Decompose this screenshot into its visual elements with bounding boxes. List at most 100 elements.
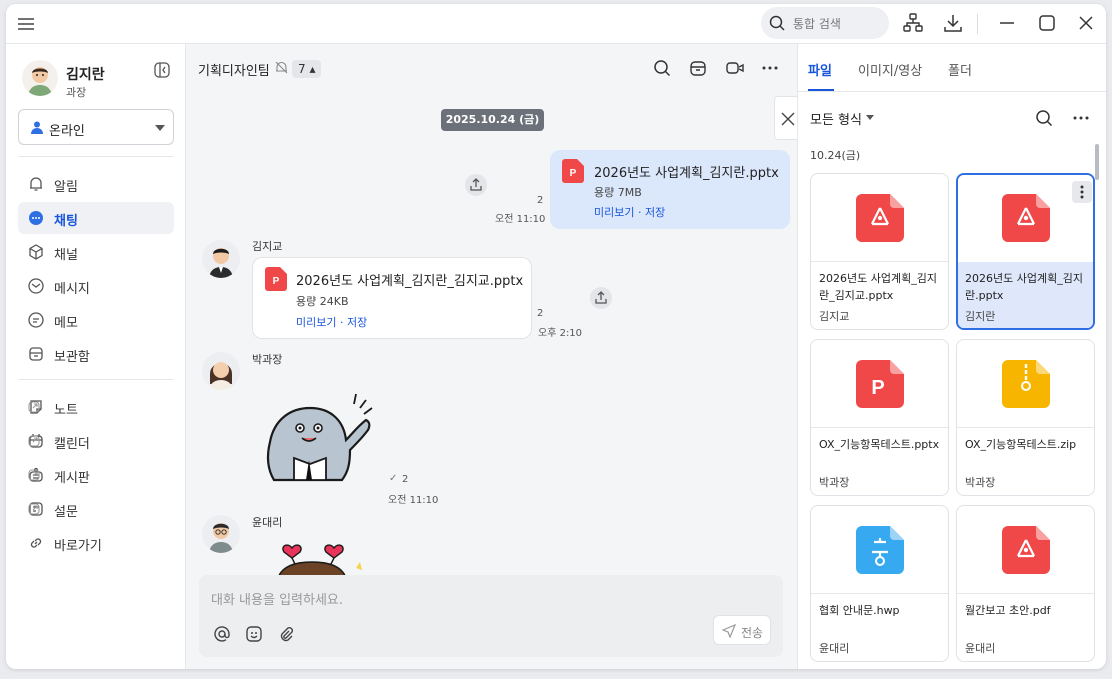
chat-panel: 기획디자인팀 7 ▴ 2025.10.24 (금) 2 오전 11:10 P 2… — [186, 44, 797, 669]
mention-icon[interactable] — [213, 625, 231, 643]
file-card[interactable]: 월간보고 초안.pdf 윤대리 — [956, 505, 1095, 662]
share-icon — [595, 291, 607, 304]
pdf-file-icon — [1002, 194, 1050, 242]
send-button[interactable]: 전송 — [713, 615, 771, 645]
close-files-panel-button[interactable] — [774, 96, 797, 140]
sidebar-item-message[interactable]: 메시지 — [18, 270, 174, 302]
sidebar-item-label: 게시판 — [54, 471, 90, 486]
file-card[interactable]: 2026년도 사업계획_김지란.pptx 김지란 — [956, 173, 1095, 330]
attach-icon[interactable] — [277, 625, 295, 643]
date-divider: 2025.10.24 (금) — [441, 109, 544, 131]
forward-button[interactable] — [590, 287, 612, 309]
card-more-button[interactable] — [1072, 181, 1092, 203]
file-message[interactable]: P 2026년도 사업계획_김지란.pptx 용량 7MB 미리보기 · 저장 — [550, 150, 790, 229]
file-name: 2026년도 사업계획_김지란_김지교.pptx — [296, 274, 524, 289]
archive-icon — [29, 347, 43, 361]
chevron-down-icon — [155, 125, 165, 131]
sidebar-item-label: 설문 — [54, 505, 78, 520]
divider — [18, 379, 174, 380]
tab-files[interactable]: 파일 — [808, 60, 832, 79]
emoji-icon[interactable] — [245, 625, 263, 643]
more-icon[interactable] — [1072, 109, 1090, 127]
file-card[interactable]: 협회 안내문.hwp 윤대리 — [810, 505, 949, 662]
sidebar-item-shortcut[interactable]: 바로가기 — [18, 527, 174, 559]
minimize-icon[interactable] — [996, 12, 1018, 34]
file-info: 협회 안내문.hwp 윤대리 — [811, 594, 948, 661]
sidebar-item-label: 바로가기 — [54, 539, 102, 554]
search-placeholder: 통합 검색 — [793, 17, 841, 31]
video-call-icon[interactable] — [725, 59, 745, 77]
more-icon[interactable] — [761, 59, 779, 77]
download-icon[interactable] — [942, 12, 964, 34]
file-name: 월간보고 초안.pdf — [965, 604, 1051, 617]
message-time: 오전 11:10 — [495, 214, 546, 225]
file-owner: 김지란 — [965, 310, 996, 323]
ppt-file-icon: P — [856, 360, 904, 408]
scrollbar[interactable] — [1095, 144, 1099, 180]
divider — [798, 91, 1106, 92]
file-owner: 윤대리 — [965, 642, 996, 655]
avatar[interactable] — [202, 352, 240, 390]
preview-save-links[interactable]: 미리보기 · 저장 — [296, 314, 367, 330]
chat-header: 기획디자인팀 7 ▴ — [186, 44, 797, 94]
sidebar-item-note[interactable]: 노트 — [18, 391, 174, 423]
avatar[interactable] — [202, 515, 240, 553]
sidebar-item-survey[interactable]: 설문 — [18, 493, 174, 525]
status-select[interactable]: 온라인 — [18, 109, 174, 145]
file-info: 2026년도 사업계획_김지란_김지교.pptx 김지교 — [811, 262, 948, 329]
sidebar-item-calendar[interactable]: 캘린더 — [18, 425, 174, 457]
sidebar-item-label: 채널 — [54, 248, 78, 263]
sidebar-item-memo[interactable]: 메모 — [18, 304, 174, 336]
file-info: OX_기능항목테스트.zip 박과장 — [957, 428, 1094, 495]
read-count: 2 — [537, 195, 544, 206]
archive-icon[interactable] — [689, 59, 707, 77]
sidebar-item-chat[interactable]: 채팅 — [18, 202, 174, 234]
file-thumbnail — [811, 174, 948, 262]
sidebar-item-alerts[interactable]: 알림 — [18, 168, 174, 200]
maximize-icon[interactable] — [1036, 12, 1058, 34]
mail-icon — [28, 278, 44, 294]
sidebar-item-board[interactable]: 게시판 — [18, 459, 174, 491]
svg-text:P: P — [273, 276, 280, 287]
read-count: 2 — [537, 308, 544, 319]
avatar[interactable] — [22, 60, 58, 96]
file-card[interactable]: P OX_기능항목테스트.pptx 박과장 — [810, 339, 949, 496]
file-card[interactable]: OX_기능항목테스트.zip 박과장 — [956, 339, 1095, 496]
member-count[interactable]: 7 ▴ — [292, 60, 322, 78]
file-card[interactable]: 2026년도 사업계획_김지란_김지교.pptx 김지교 — [810, 173, 949, 330]
chevron-down-icon[interactable] — [866, 115, 874, 120]
tab-folders[interactable]: 폴더 — [948, 60, 972, 79]
global-search[interactable]: 통합 검색 — [761, 7, 889, 39]
bell-icon — [30, 177, 42, 191]
file-thumbnail — [811, 506, 948, 594]
org-chart-icon[interactable] — [902, 12, 924, 34]
file-message[interactable]: P 2026년도 사업계획_김지란_김지교.pptx 용량 24KB 미리보기 … — [252, 257, 532, 339]
close-icon[interactable] — [1075, 12, 1097, 34]
search-icon[interactable] — [653, 59, 671, 77]
file-size: 용량 24KB — [296, 295, 349, 308]
menu-icon[interactable] — [16, 14, 36, 34]
channel-icon — [29, 244, 43, 260]
format-filter[interactable]: 모든 형식 — [810, 109, 862, 128]
read-count: 2 — [402, 474, 409, 485]
search-icon[interactable] — [1035, 109, 1053, 127]
person-icon — [31, 121, 43, 134]
preview-save-links[interactable]: 미리보기 · 저장 — [594, 204, 665, 220]
title-bar: 통합 검색 — [6, 4, 1106, 44]
file-name: 2026년도 사업계획_김지란.pptx — [965, 272, 1083, 302]
message-composer[interactable]: 대화 내용을 입력하세요. 전송 — [199, 575, 783, 657]
forward-button[interactable] — [465, 174, 487, 196]
sidebar-item-channel[interactable]: 채널 — [18, 236, 174, 268]
chat-icon — [29, 211, 43, 225]
app-window: 통합 검색 김지란 과장 온라인 알림 채팅 채널 메시지 메모 보관함 노트 … — [6, 4, 1106, 669]
search-icon — [769, 15, 785, 31]
sidebar-item-label: 캘린더 — [54, 437, 90, 452]
avatar[interactable] — [202, 240, 240, 278]
divider — [18, 156, 174, 157]
collapse-sidebar-icon[interactable] — [154, 62, 170, 78]
external-link-icon — [28, 503, 40, 515]
sidebar-item-archive[interactable]: 보관함 — [18, 338, 174, 370]
sticker-image — [266, 393, 373, 482]
tab-images-videos[interactable]: 이미지/영상 — [858, 60, 922, 79]
file-name: OX_기능항목테스트.zip — [965, 438, 1077, 451]
